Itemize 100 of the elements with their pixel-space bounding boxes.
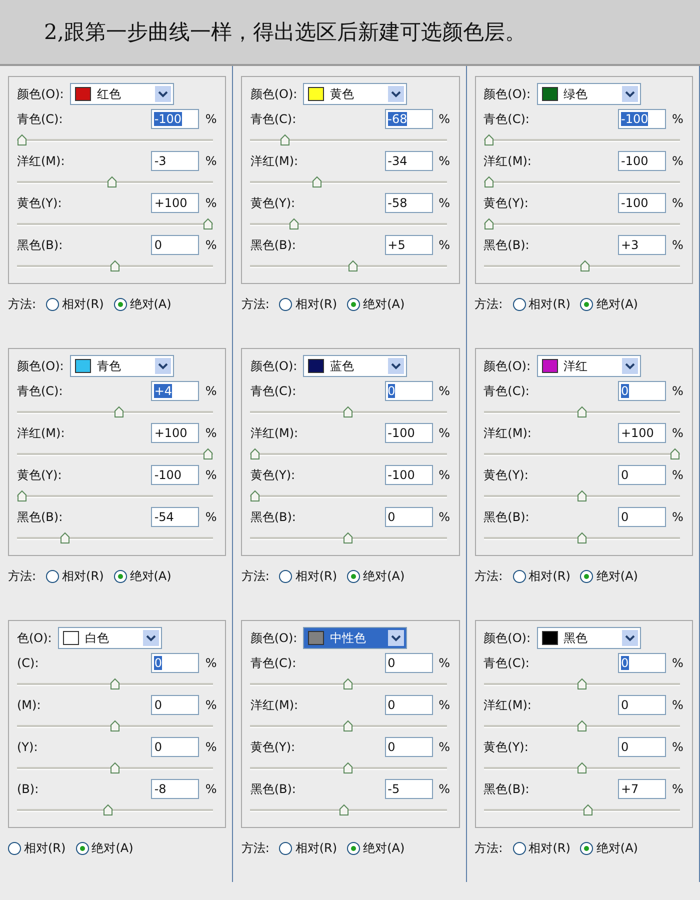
- color-dropdown[interactable]: 红色: [70, 83, 174, 105]
- radio-option[interactable]: 相对(R): [46, 568, 104, 585]
- radio-option[interactable]: 相对(R): [512, 296, 570, 313]
- slider-thumb[interactable]: [110, 678, 120, 690]
- slider-thumb[interactable]: [338, 804, 349, 816]
- value-field[interactable]: -58: [384, 193, 433, 213]
- radio-option[interactable]: 相对(R): [279, 840, 338, 857]
- radio-option[interactable]: 绝对(A): [580, 568, 638, 585]
- slider-thumb[interactable]: [343, 406, 354, 418]
- slider-thumb[interactable]: [250, 490, 260, 502]
- slider-thumb[interactable]: [583, 804, 594, 816]
- slider-thumb[interactable]: [576, 720, 587, 732]
- slider-thumb[interactable]: [580, 260, 590, 272]
- value-field[interactable]: -34: [384, 151, 433, 171]
- value-field[interactable]: 0: [151, 235, 200, 255]
- slider-thumb[interactable]: [576, 532, 587, 544]
- value-field[interactable]: -5: [384, 779, 433, 799]
- value-field[interactable]: -100: [618, 193, 666, 213]
- color-dropdown[interactable]: 青色: [70, 355, 174, 377]
- value-field[interactable]: -100: [151, 465, 200, 485]
- value-field[interactable]: +100: [151, 193, 200, 213]
- slider-thumb[interactable]: [576, 406, 587, 418]
- value-field[interactable]: 0: [384, 653, 433, 673]
- slider-thumb[interactable]: [107, 176, 118, 188]
- slider-thumb[interactable]: [289, 218, 300, 230]
- value-field[interactable]: 0: [384, 381, 433, 401]
- radio-option[interactable]: 相对(R): [46, 296, 104, 313]
- slider-thumb[interactable]: [312, 176, 322, 188]
- value-field[interactable]: 0: [151, 653, 200, 673]
- slider-thumb[interactable]: [348, 260, 358, 272]
- slider-thumb[interactable]: [110, 762, 120, 774]
- value-field[interactable]: 0: [618, 381, 666, 401]
- slider-thumb[interactable]: [114, 406, 124, 418]
- value-field[interactable]: +100: [151, 423, 200, 443]
- value-field[interactable]: 0: [384, 737, 433, 757]
- slider-thumb[interactable]: [343, 678, 354, 690]
- value-field[interactable]: 0: [618, 465, 666, 485]
- radio-option[interactable]: 绝对(A): [114, 568, 172, 585]
- slider-thumb[interactable]: [110, 260, 120, 272]
- slider-thumb[interactable]: [576, 762, 587, 774]
- value-field[interactable]: -3: [151, 151, 200, 171]
- color-dropdown[interactable]: 中性色: [303, 627, 408, 649]
- value-field[interactable]: +7: [618, 779, 666, 799]
- radio-option[interactable]: 相对(R): [512, 568, 570, 585]
- value-field[interactable]: 0: [618, 653, 666, 673]
- value-field[interactable]: -100: [618, 109, 666, 129]
- radio-option[interactable]: 相对(R): [279, 568, 338, 585]
- value-field[interactable]: +100: [618, 423, 666, 443]
- value-field[interactable]: 0: [384, 695, 433, 715]
- color-dropdown[interactable]: 白色: [58, 627, 162, 649]
- value-field[interactable]: -54: [151, 507, 200, 527]
- slider-thumb[interactable]: [203, 218, 214, 230]
- value-field[interactable]: -8: [151, 779, 200, 799]
- value-field[interactable]: 0: [618, 695, 666, 715]
- slider-thumb[interactable]: [102, 804, 113, 816]
- value-field[interactable]: -100: [384, 465, 433, 485]
- slider-thumb[interactable]: [17, 490, 27, 502]
- slider-thumb[interactable]: [203, 448, 214, 460]
- slider-thumb[interactable]: [343, 762, 354, 774]
- slider-thumb[interactable]: [484, 176, 494, 188]
- value-field[interactable]: +3: [618, 235, 666, 255]
- radio-option[interactable]: 绝对(A): [580, 296, 638, 313]
- slider-thumb[interactable]: [60, 532, 70, 544]
- channel-label: 青色(C):: [17, 382, 64, 400]
- color-dropdown[interactable]: 黑色: [536, 627, 641, 649]
- color-dropdown[interactable]: 绿色: [536, 83, 641, 105]
- slider-thumb[interactable]: [17, 134, 27, 146]
- slider-thumb[interactable]: [484, 134, 494, 146]
- value-field[interactable]: 0: [151, 695, 200, 715]
- slider-thumb[interactable]: [110, 720, 120, 732]
- value-field[interactable]: +4: [151, 381, 200, 401]
- radio-option[interactable]: 绝对(A): [114, 296, 172, 313]
- radio-option[interactable]: 相对(R): [279, 296, 338, 313]
- value-field[interactable]: -100: [384, 423, 433, 443]
- slider-thumb[interactable]: [576, 678, 587, 690]
- radio-option[interactable]: 相对(R): [512, 840, 570, 857]
- value-field[interactable]: -100: [151, 109, 200, 129]
- slider-thumb[interactable]: [576, 490, 587, 502]
- slider-thumb[interactable]: [250, 448, 260, 460]
- value-field[interactable]: 0: [618, 507, 666, 527]
- color-dropdown[interactable]: 洋红: [536, 355, 641, 377]
- radio-option[interactable]: 绝对(A): [347, 296, 405, 313]
- radio-option[interactable]: 绝对(A): [76, 840, 134, 857]
- value-field[interactable]: +5: [384, 235, 433, 255]
- radio-option[interactable]: 绝对(A): [347, 568, 405, 585]
- radio-option[interactable]: 绝对(A): [347, 840, 405, 857]
- color-dropdown[interactable]: 蓝色: [303, 355, 408, 377]
- value-field[interactable]: -68: [384, 109, 433, 129]
- radio-option[interactable]: 绝对(A): [580, 840, 638, 857]
- slider-thumb[interactable]: [343, 532, 354, 544]
- slider-thumb[interactable]: [343, 720, 354, 732]
- slider-thumb[interactable]: [484, 218, 494, 230]
- value-field[interactable]: 0: [618, 737, 666, 757]
- value-field[interactable]: 0: [151, 737, 200, 757]
- value-field[interactable]: -100: [618, 151, 666, 171]
- color-dropdown[interactable]: 黄色: [303, 83, 408, 105]
- value-field[interactable]: 0: [384, 507, 433, 527]
- slider-thumb[interactable]: [280, 134, 290, 146]
- slider-thumb[interactable]: [670, 448, 680, 460]
- radio-option[interactable]: 相对(R): [8, 840, 66, 857]
